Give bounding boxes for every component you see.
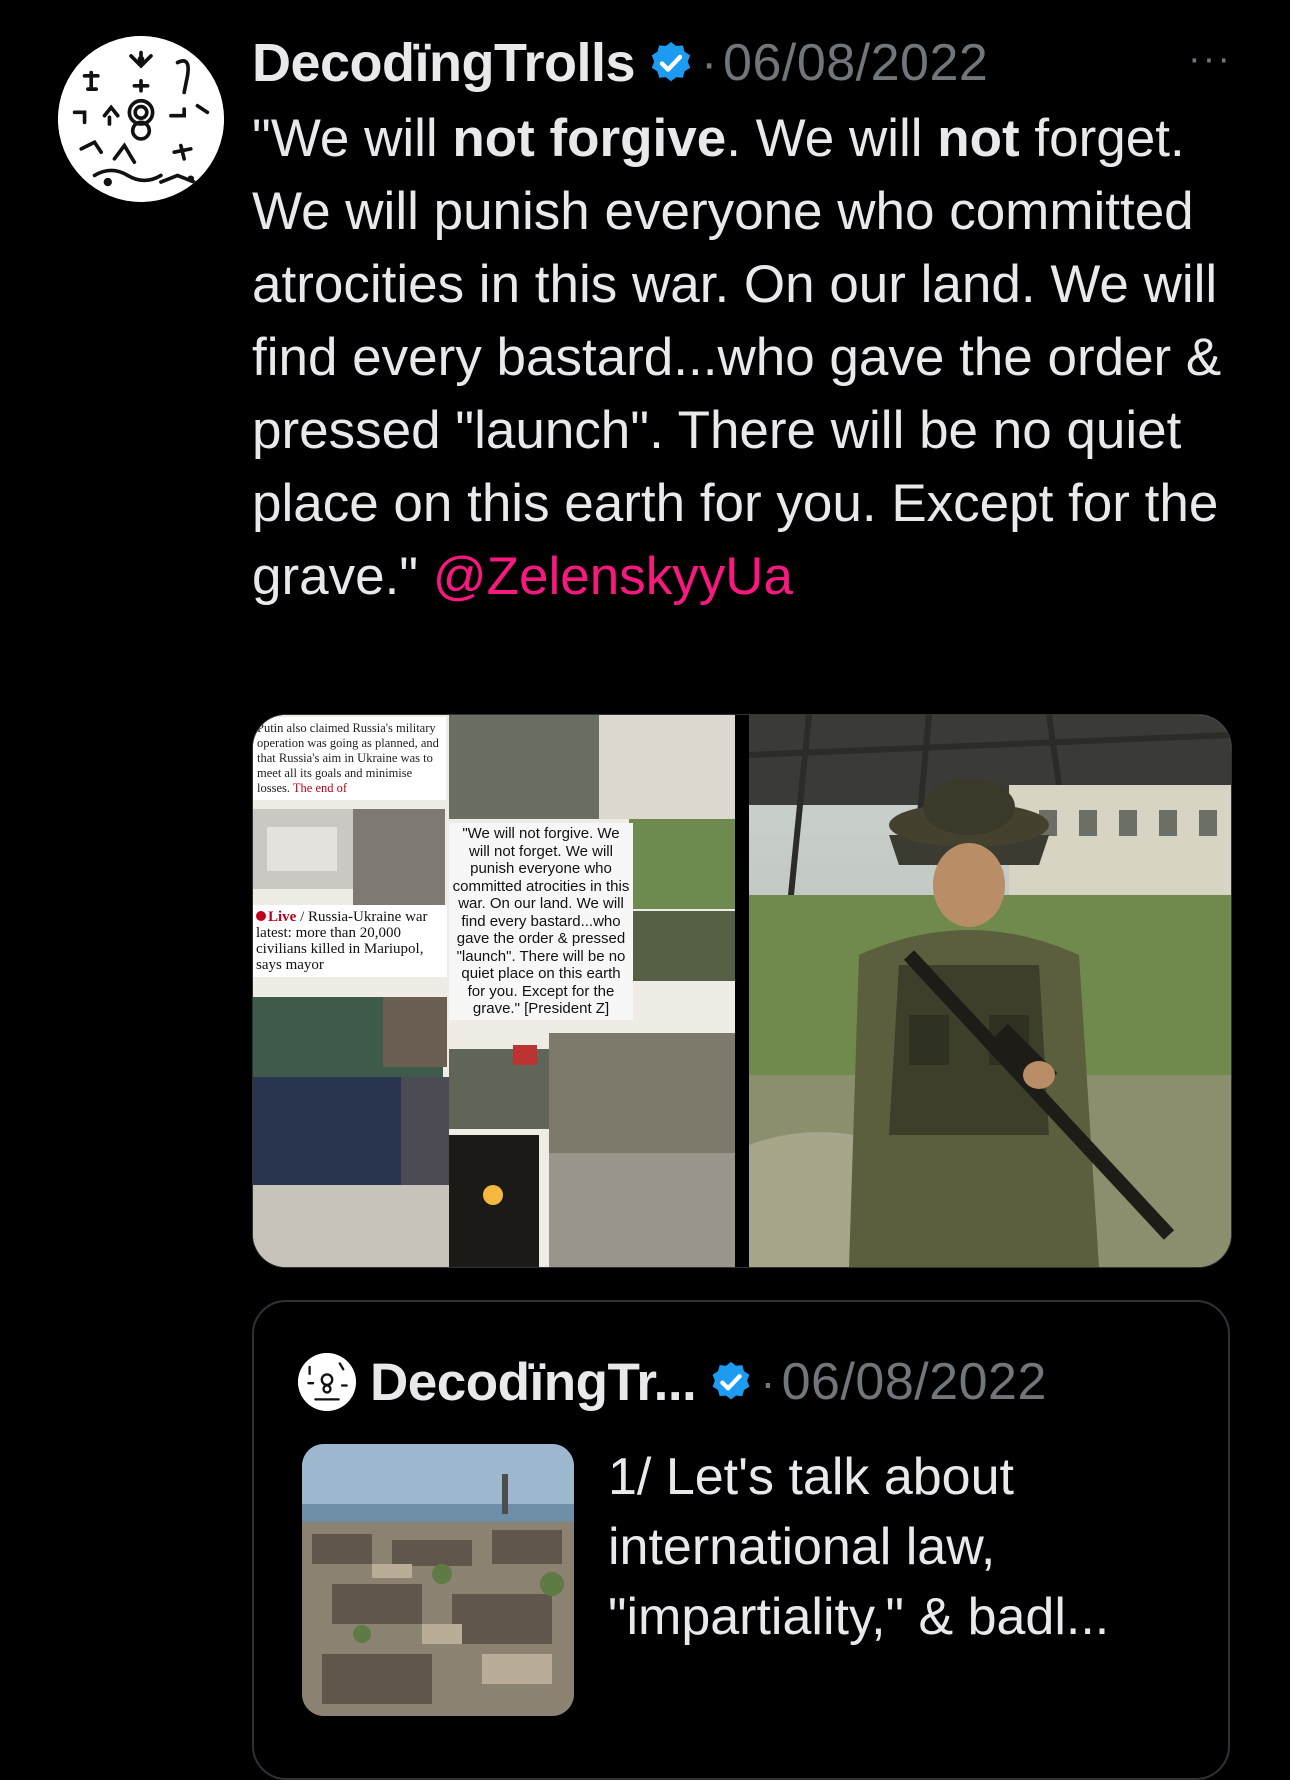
city-ruins-photo-icon	[302, 1444, 574, 1716]
collage-quote: "We will not forgive. We will not forget…	[449, 823, 633, 1020]
author-avatar[interactable]	[58, 36, 224, 202]
text-bold: not	[937, 109, 1020, 168]
separator: ·	[760, 1356, 776, 1408]
live-label: Live	[268, 909, 297, 925]
quoted-tweet-date: 06/08/2022	[781, 1353, 1047, 1411]
author-name[interactable]: DecodïngTrolls	[252, 32, 636, 94]
quoted-thumbnail	[302, 1444, 574, 1716]
petroglyph-logo-icon	[298, 1353, 356, 1411]
text-part: . We will	[726, 109, 938, 168]
tweet-date[interactable]: 06/08/2022	[723, 33, 988, 93]
tweet-text: "We will not forgive. We will not forget…	[252, 102, 1252, 613]
soldier-photo[interactable]	[749, 715, 1231, 1267]
quoted-tweet-text: 1/ Let's talk about international law, "…	[608, 1448, 1110, 1646]
caption-text: Putin also claimed Russia's military ope…	[257, 721, 439, 795]
mention-link[interactable]: @ZelenskyyUa	[433, 547, 793, 606]
soldier-photo-icon	[749, 715, 1231, 1267]
text-part: "We will	[252, 109, 453, 168]
separator: ·	[701, 36, 718, 90]
tweet-header: DecodïngTrolls · 06/08/2022 ···	[252, 28, 1250, 98]
petroglyph-logo-icon	[58, 36, 224, 202]
more-options-icon[interactable]: ···	[1188, 38, 1232, 81]
quoted-author-avatar	[298, 1353, 356, 1411]
verified-badge-icon	[712, 1361, 750, 1400]
media-gap	[735, 715, 749, 1267]
collage-headline: Live / Russia-Ukraine war latest: more t…	[253, 905, 447, 977]
quoted-tweet-header: DecodïngTr... · 06/08/2022	[298, 1350, 1047, 1414]
verified-badge-icon	[651, 42, 691, 82]
quoted-author-name: DecodïngTr...	[370, 1352, 697, 1412]
collage-image[interactable]: Putin also claimed Russia's military ope…	[253, 715, 735, 1267]
text-bold: not forgive	[452, 109, 727, 168]
quoted-tweet-card[interactable]: DecodïngTr... · 06/08/2022 1/ Let's talk…	[252, 1300, 1230, 1780]
live-dot-icon	[256, 911, 266, 921]
text-part: forget. We will punish everyone who comm…	[252, 109, 1222, 606]
collage-caption: Putin also claimed Russia's military ope…	[253, 717, 446, 800]
caption-end: The end of	[290, 781, 348, 795]
tweet-media: Putin also claimed Russia's military ope…	[252, 714, 1232, 1268]
